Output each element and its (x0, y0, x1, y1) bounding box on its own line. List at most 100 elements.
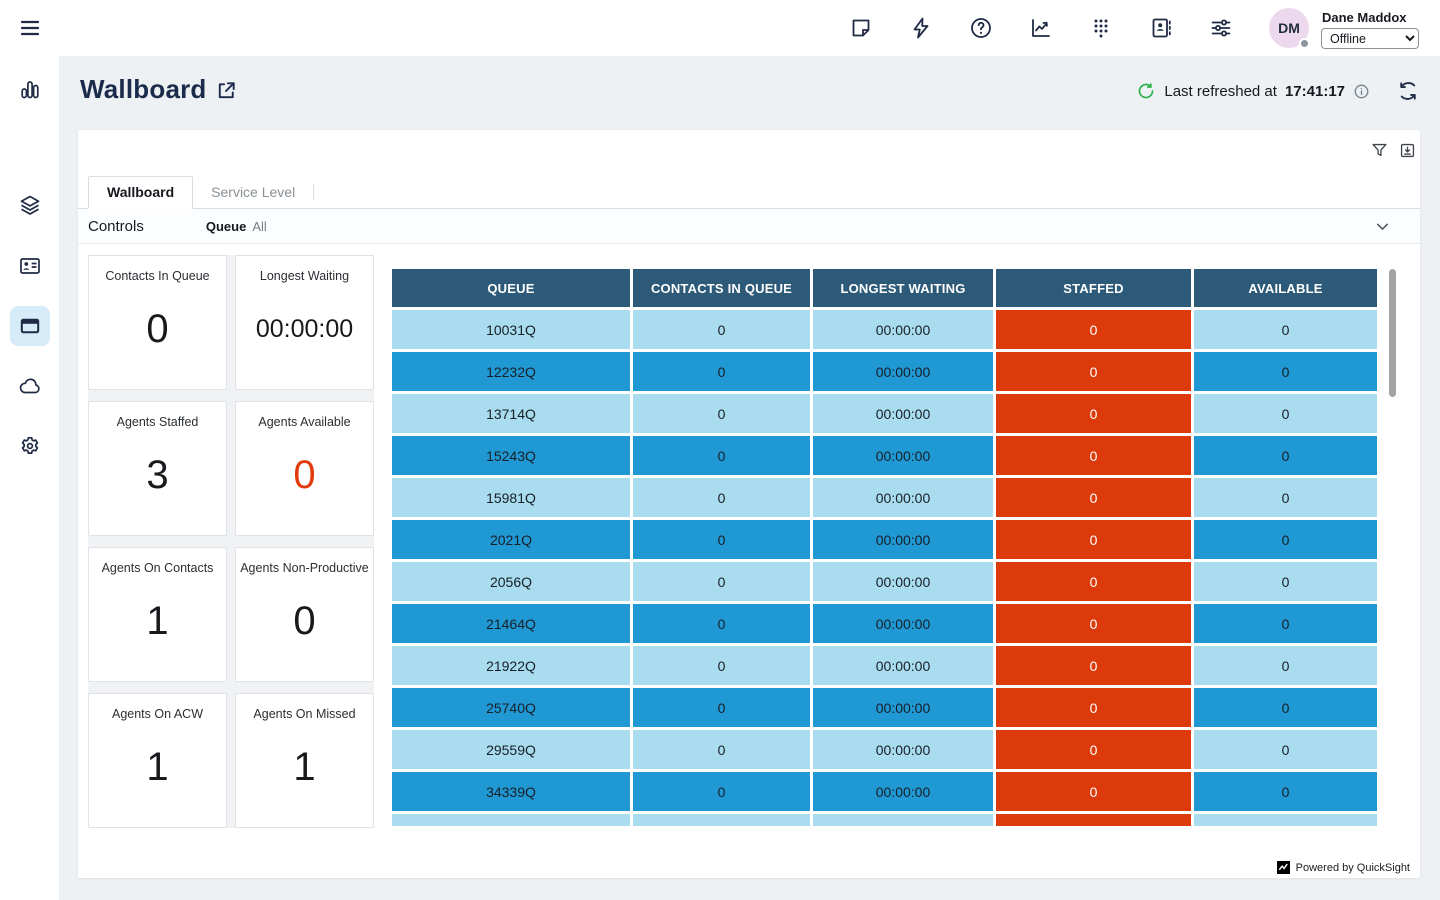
value-cell: 0 (996, 478, 1191, 517)
value-cell: 00:00:00 (813, 688, 993, 727)
table-row: 15981Q000:00:0000 (392, 478, 1377, 517)
value-cell: 0 (1194, 646, 1377, 685)
queue-name-cell (392, 814, 630, 826)
value-cell: 0 (1194, 562, 1377, 601)
kpi-value: 00:00:00 (256, 283, 353, 389)
value-cell: 00:00:00 (813, 478, 993, 517)
kpi-card: Agents Available0 (235, 401, 374, 536)
kpi-label: Agents Staffed (117, 415, 199, 429)
kpi-label: Agents On Contacts (102, 561, 214, 575)
kpi-value: 0 (293, 429, 315, 535)
queue-name-cell: 15981Q (392, 478, 630, 517)
value-cell: 00:00:00 (813, 772, 993, 811)
auto-refresh-icon (1136, 81, 1156, 101)
queue-table: QUEUECONTACTS IN QUEUELONGEST WAITINGSTA… (389, 266, 1380, 826)
tab-wallboard[interactable]: Wallboard (88, 176, 193, 209)
note-icon[interactable] (849, 16, 873, 40)
sidebar-item-cloud[interactable] (18, 374, 42, 398)
refresh-button[interactable] (1397, 80, 1419, 102)
sidebar-item-wallboard-active[interactable] (10, 306, 50, 346)
value-cell: 0 (996, 730, 1191, 769)
last-refreshed-time: 17:41:17 (1285, 83, 1345, 100)
value-cell: 00:00:00 (813, 520, 993, 559)
kpi-label: Agents On Missed (253, 707, 355, 721)
queue-filter-value[interactable]: All (252, 219, 266, 234)
dialpad-icon[interactable] (1089, 16, 1113, 40)
kpi-card: Agents On ACW1 (88, 693, 227, 828)
kpi-card: Longest Waiting00:00:00 (235, 255, 374, 390)
quicksight-footer: Powered by QuickSight (1277, 861, 1410, 874)
kpi-label: Longest Waiting (260, 269, 349, 283)
value-cell: 0 (633, 352, 810, 391)
table-row: 13714Q000:00:0000 (392, 394, 1377, 433)
queue-name-cell: 29559Q (392, 730, 630, 769)
info-icon[interactable] (1353, 83, 1370, 100)
export-icon[interactable] (1398, 141, 1417, 160)
value-cell: 0 (633, 562, 810, 601)
table-row: 29559Q000:00:0000 (392, 730, 1377, 769)
lightning-icon[interactable] (909, 16, 933, 40)
chevron-down-icon[interactable] (1373, 217, 1392, 236)
kpi-card: Contacts In Queue0 (88, 255, 227, 390)
column-header: QUEUE (392, 269, 630, 307)
queue-table-container: QUEUECONTACTS IN QUEUELONGEST WAITINGSTA… (389, 266, 1403, 826)
value-cell (1194, 814, 1377, 826)
value-cell: 0 (1194, 604, 1377, 643)
value-cell: 0 (633, 478, 810, 517)
tab-service-level[interactable]: Service Level (193, 175, 313, 208)
value-cell: 0 (996, 310, 1191, 349)
value-cell: 0 (1194, 478, 1377, 517)
table-row: 2021Q000:00:0000 (392, 520, 1377, 559)
settings-sliders-icon[interactable] (1209, 16, 1233, 40)
sidebar-nav (0, 56, 60, 900)
sidebar-item-layers[interactable] (18, 193, 42, 217)
sidebar-item-settings[interactable] (18, 434, 42, 458)
queue-name-cell: 2056Q (392, 562, 630, 601)
tab-divider (313, 184, 314, 200)
value-cell (813, 814, 993, 826)
value-cell: 0 (633, 646, 810, 685)
value-cell: 00:00:00 (813, 604, 993, 643)
table-row: 34339Q000:00:0000 (392, 772, 1377, 811)
value-cell: 0 (996, 604, 1191, 643)
kpi-label: Agents On ACW (112, 707, 203, 721)
value-cell: 0 (633, 436, 810, 475)
metrics-chart-icon[interactable] (1029, 16, 1053, 40)
kpi-value: 1 (146, 721, 168, 827)
menu-icon[interactable] (18, 16, 42, 40)
value-cell: 0 (633, 604, 810, 643)
value-cell: 00:00:00 (813, 730, 993, 769)
value-cell: 0 (633, 688, 810, 727)
kpi-label: Agents Non-Productive (240, 561, 369, 575)
column-header: STAFFED (996, 269, 1191, 307)
queue-name-cell: 12232Q (392, 352, 630, 391)
kpi-value: 1 (146, 575, 168, 681)
value-cell: 00:00:00 (813, 436, 993, 475)
directory-icon[interactable] (1149, 16, 1173, 40)
table-scrollbar[interactable] (1389, 269, 1396, 397)
value-cell: 0 (996, 688, 1191, 727)
table-row: 10031Q000:00:0000 (392, 310, 1377, 349)
open-external-icon[interactable] (215, 79, 238, 102)
value-cell: 0 (633, 394, 810, 433)
filter-icon[interactable] (1370, 141, 1389, 160)
value-cell: 0 (633, 310, 810, 349)
help-icon[interactable] (969, 16, 993, 40)
sidebar-item-metrics[interactable] (18, 78, 42, 102)
queue-filter-name: Queue (206, 219, 246, 234)
kpi-card: Agents Staffed3 (88, 401, 227, 536)
value-cell: 00:00:00 (813, 310, 993, 349)
kpi-label: Agents Available (258, 415, 350, 429)
value-cell: 0 (1194, 394, 1377, 433)
queue-name-cell: 21464Q (392, 604, 630, 643)
value-cell: 0 (1194, 688, 1377, 727)
value-cell: 00:00:00 (813, 646, 993, 685)
table-row: 12232Q000:00:0000 (392, 352, 1377, 391)
value-cell: 0 (1194, 772, 1377, 811)
kpi-value: 1 (293, 721, 315, 827)
agent-status-select[interactable]: Offline (1321, 28, 1419, 49)
value-cell: 0 (1194, 436, 1377, 475)
tab-service-level-label: Service Level (211, 184, 295, 200)
sidebar-item-contacts[interactable] (18, 254, 42, 278)
value-cell: 0 (1194, 520, 1377, 559)
